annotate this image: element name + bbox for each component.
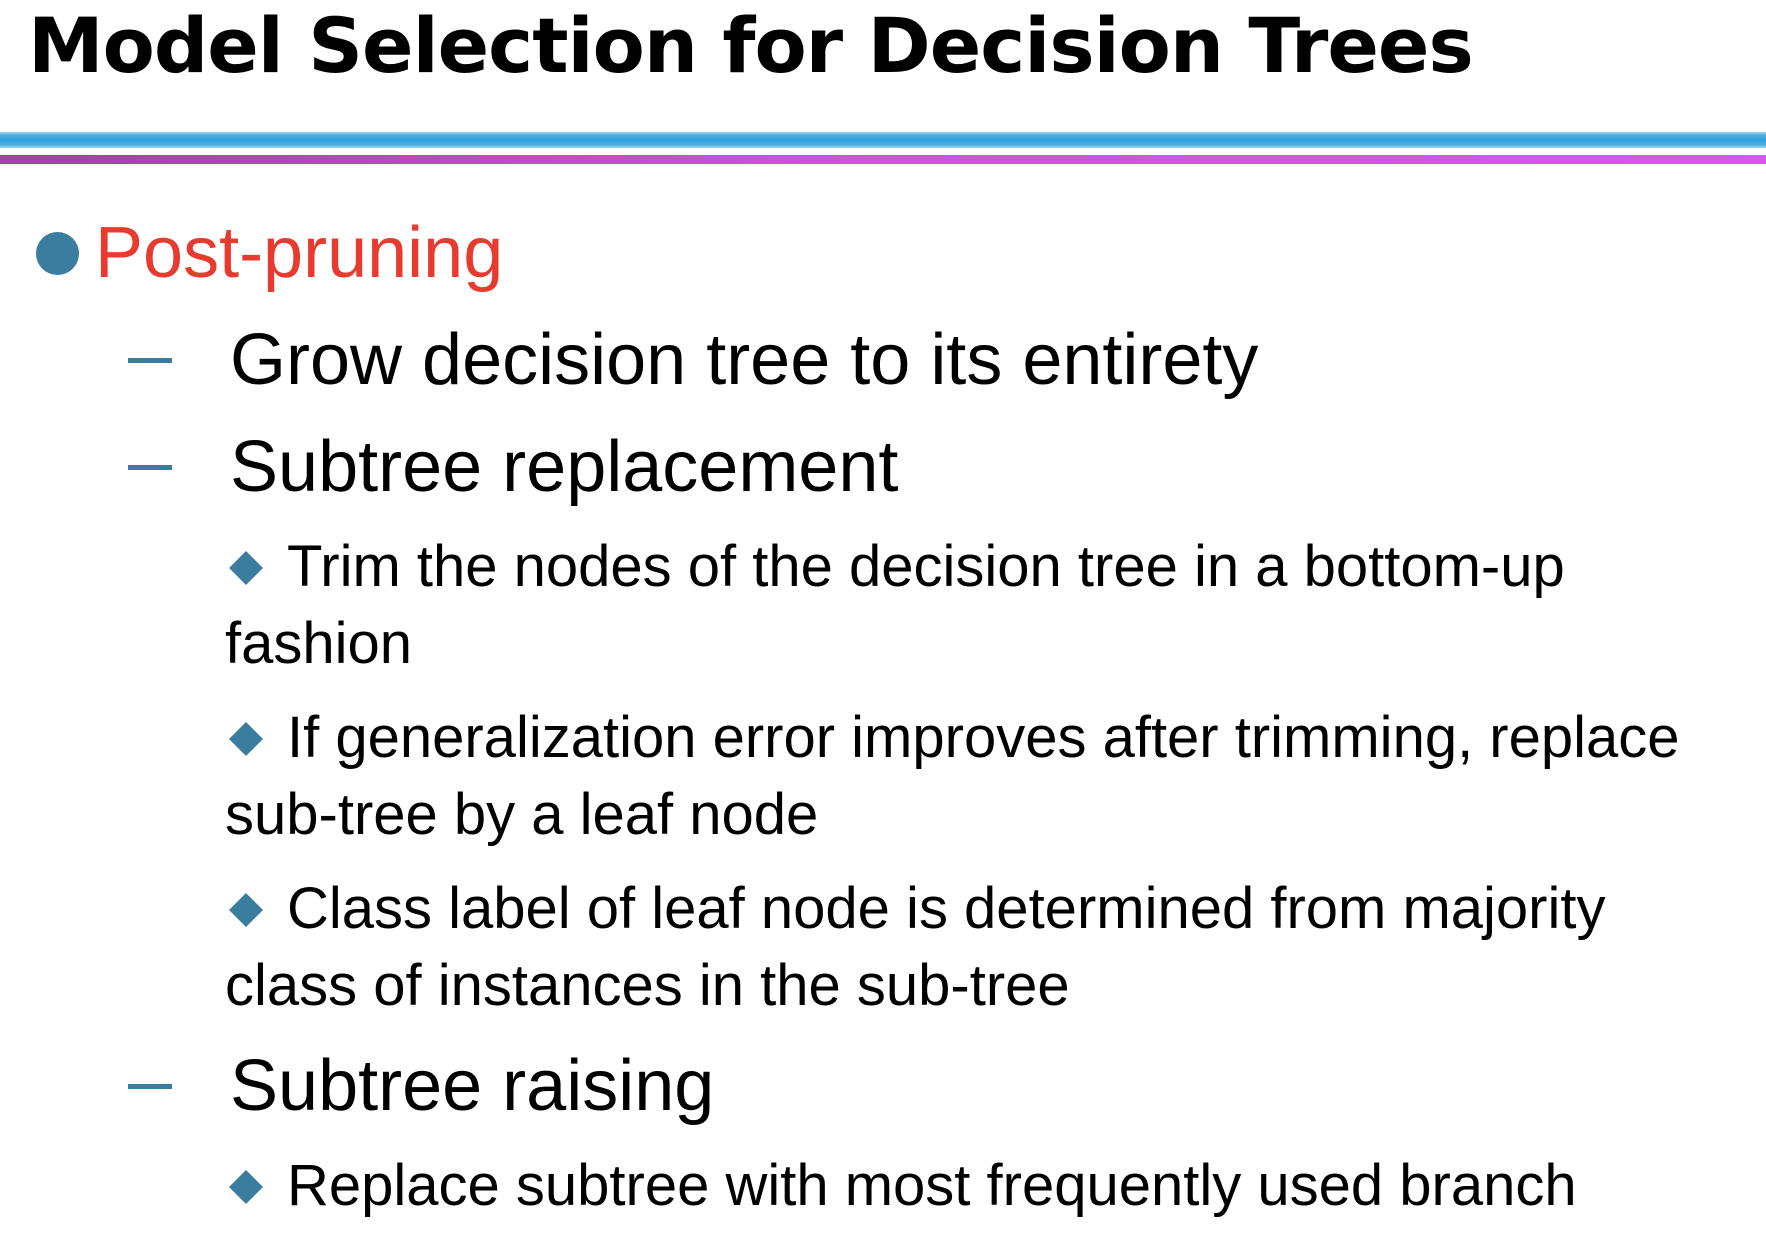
detail-bullet-generalization-error: If generalization error improves after t… (225, 699, 1745, 853)
detail-bullet-trim-nodes: Trim the nodes of the decision tree in a… (225, 528, 1745, 682)
sub-bullet-grow-tree: Grow decision tree to its entirety (128, 315, 1258, 405)
detail-bullet-text: Replace subtree with most frequently use… (287, 1153, 1577, 1218)
bullet-post-pruning: Post-pruning (36, 208, 503, 298)
dash-bullet-icon (128, 357, 172, 363)
sub-bullet-text: Subtree raising (230, 1046, 715, 1126)
sub-bullet-subtree-replacement: Subtree replacement (128, 422, 898, 512)
detail-bullet-replace-subtree: Replace subtree with most frequently use… (225, 1147, 1745, 1224)
sub-bullet-text: Subtree replacement (230, 427, 899, 507)
detail-bullet-text: Trim the nodes of the decision tree in a… (225, 534, 1565, 676)
bullet-text: Post-pruning (95, 213, 504, 293)
sub-bullet-text: Grow decision tree to its entirety (230, 320, 1259, 400)
circle-bullet-icon (36, 231, 79, 275)
detail-bullet-text: Class label of leaf node is determined f… (225, 876, 1606, 1018)
dash-bullet-icon (128, 1083, 172, 1089)
dash-bullet-icon (128, 464, 172, 470)
diamond-bullet-icon (229, 722, 263, 756)
diamond-bullet-icon (229, 551, 263, 585)
detail-bullet-text: If generalization error improves after t… (225, 705, 1680, 847)
sub-bullet-subtree-raising: Subtree raising (128, 1041, 714, 1131)
diamond-bullet-icon (229, 893, 263, 927)
diamond-bullet-icon (229, 1170, 263, 1204)
slide-body: Post-pruning Grow decision tree to its e… (0, 0, 1766, 1256)
detail-bullet-class-label: Class label of leaf node is determined f… (225, 870, 1745, 1024)
